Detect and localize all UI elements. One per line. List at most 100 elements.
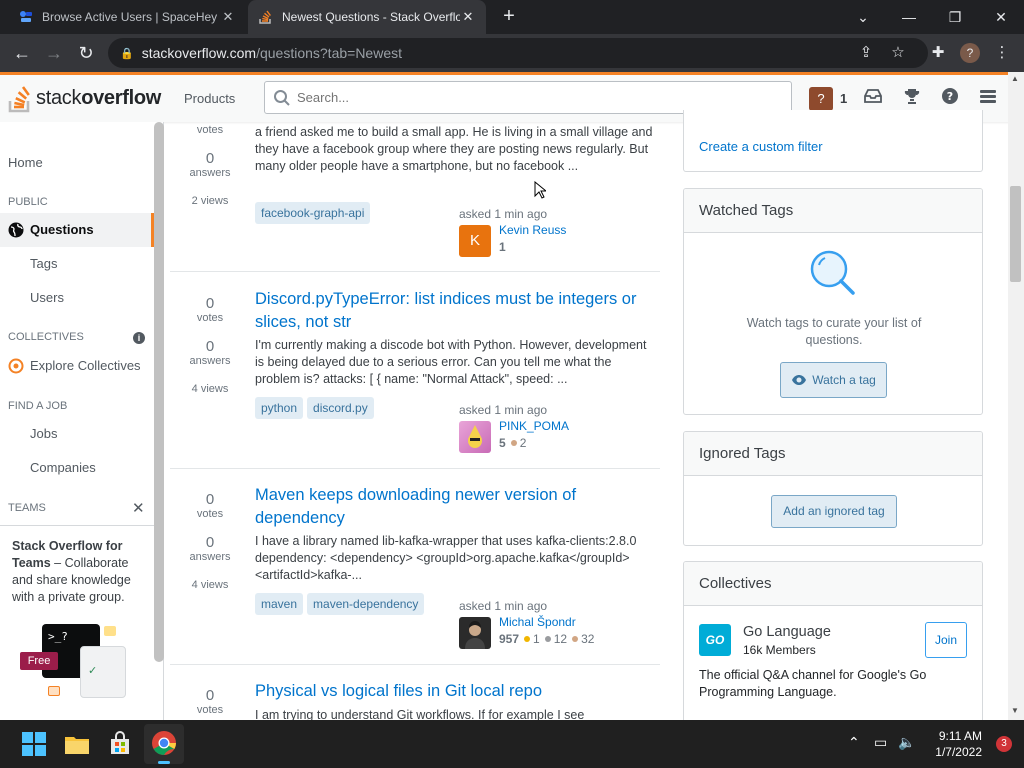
scroll-down-arrow-icon[interactable]: ▼: [1011, 706, 1019, 715]
svg-text:?: ?: [947, 90, 953, 103]
minimize-icon[interactable]: —: [886, 0, 932, 34]
user-avatar[interactable]: [459, 617, 491, 649]
tag[interactable]: discord.py: [307, 397, 374, 419]
tab-title: Newest Questions - Stack Overflow: [282, 10, 460, 24]
mouse-cursor-icon: [534, 181, 546, 199]
page-scrollbar-thumb[interactable]: [1010, 186, 1021, 282]
left-sidebar-scrollbar[interactable]: [154, 122, 164, 662]
tab-stackoverflow[interactable]: Newest Questions - Stack Overflow ✕: [248, 0, 486, 34]
logo-text-stack: stack: [36, 86, 82, 109]
tab-close-icon[interactable]: ✕: [460, 9, 476, 25]
help-icon[interactable]: ?: [939, 87, 961, 109]
inbox-icon[interactable]: [862, 87, 884, 109]
question-stats: 0 votes 0 answers 4 views: [170, 491, 250, 591]
page-scrollbar[interactable]: ▲ ▼: [1008, 72, 1024, 720]
nav-tags[interactable]: Tags: [0, 247, 152, 281]
close-window-icon[interactable]: ✕: [978, 0, 1024, 34]
user-name[interactable]: PINK_POMA: [499, 419, 569, 433]
new-tab-plus-icon[interactable]: +: [498, 6, 520, 28]
views-count: 2 views: [191, 195, 229, 207]
tab-close-icon[interactable]: ✕: [220, 9, 236, 25]
join-button[interactable]: Join: [925, 622, 967, 658]
system-clock[interactable]: 9:11 AM 1/7/2022: [935, 728, 982, 760]
votes-label: votes: [196, 312, 224, 324]
extensions-puzzle-icon[interactable]: ✚: [928, 43, 948, 63]
bronze-badge-icon: [510, 440, 517, 446]
user-name[interactable]: Michal Špondr: [499, 615, 576, 629]
notification-badge[interactable]: 3: [996, 736, 1012, 752]
tray-chevron-up-icon[interactable]: ⌃: [848, 734, 860, 751]
watched-tags-desc: Watch tags to curate your list of questi…: [746, 316, 922, 347]
bookmark-star-icon[interactable]: ☆: [888, 43, 908, 63]
nav-users[interactable]: Users: [0, 281, 152, 315]
answers-label: answers: [189, 355, 231, 367]
restore-icon[interactable]: ❐: [932, 0, 978, 34]
go-members-count: 16k Members: [743, 643, 816, 657]
tag[interactable]: maven-dependency: [307, 593, 425, 615]
answers-label: answers: [189, 551, 231, 563]
clock-date: 1/7/2022: [935, 745, 982, 759]
answers-count: 0: [205, 338, 215, 355]
windows-start-icon[interactable]: [20, 730, 48, 758]
nav-section-collectives: COLLECTIVES: [8, 331, 84, 343]
question-title[interactable]: Discord.pyTypeError: list indices must b…: [255, 288, 655, 334]
chrome-taskbar-slot[interactable]: [144, 724, 184, 764]
volume-icon[interactable]: 🔈: [898, 734, 915, 751]
network-icon[interactable]: ▭: [874, 734, 887, 751]
nav-explore-collectives[interactable]: Explore Collectives: [0, 349, 152, 383]
site-switcher-icon[interactable]: [977, 87, 999, 109]
nav-companies[interactable]: Companies: [0, 451, 152, 485]
url-bar[interactable]: 🔒 stackoverflow.com /questions?tab=Newes…: [108, 38, 928, 68]
info-icon[interactable]: i: [133, 332, 145, 344]
forward-arrow-icon[interactable]: →: [42, 41, 66, 65]
share-icon[interactable]: ⇪: [856, 43, 876, 63]
add-ignored-tag-button[interactable]: Add an ignored tag: [771, 495, 897, 528]
tag[interactable]: maven: [255, 593, 304, 615]
go-language-name[interactable]: Go Language: [743, 624, 831, 640]
silver-badge-count: 12: [553, 632, 568, 646]
active-app-indicator: [158, 761, 170, 764]
tab-search-chevron-icon[interactable]: ⌄: [840, 0, 886, 34]
question-stats: 0 votes 0 answers 4 views: [170, 295, 250, 395]
microsoft-store-icon[interactable]: [106, 730, 134, 758]
tag[interactable]: facebook-graph-api: [255, 202, 371, 224]
question-title[interactable]: Physical vs logical files in Git local r…: [255, 680, 655, 703]
question-title[interactable]: Maven keeps downloading newer version of…: [255, 484, 655, 530]
user-avatar[interactable]: [459, 421, 491, 453]
close-teams-icon[interactable]: ✕: [132, 499, 145, 517]
watch-a-tag-button[interactable]: Watch a tag: [780, 362, 887, 398]
views-count: 4 views: [191, 383, 229, 395]
nav-questions-label: Questions: [30, 222, 94, 237]
views-count: 4 views: [191, 579, 229, 591]
user-reputation: 5: [499, 436, 506, 450]
user-name[interactable]: Kevin Reuss: [499, 223, 566, 237]
nav-section-teams: TEAMS: [8, 502, 46, 514]
nav-home[interactable]: Home: [0, 146, 152, 180]
back-arrow-icon[interactable]: ←: [10, 41, 34, 65]
reload-icon[interactable]: ↻: [74, 41, 98, 65]
nav-questions[interactable]: Questions: [0, 213, 154, 247]
tag[interactable]: python: [255, 397, 304, 419]
kebab-menu-icon[interactable]: ⋮: [992, 43, 1012, 63]
question-excerpt: I am trying to understand Git workflows.…: [255, 708, 585, 720]
magnifier-icon: [810, 250, 855, 295]
nav-jobs[interactable]: Jobs: [0, 417, 152, 451]
question-stats: 0 votes: [170, 687, 250, 716]
products-menu[interactable]: Products: [176, 89, 243, 108]
tab-spacehey[interactable]: Browse Active Users | SpaceHey ✕: [8, 0, 246, 34]
question-summary: 0 votes 0 answers 4 views Discord.pyType…: [170, 273, 660, 469]
profile-avatar[interactable]: ?: [960, 43, 980, 63]
stackoverflow-logo[interactable]: stackoverflow: [8, 83, 161, 113]
asked-time: asked 1 min ago: [459, 403, 548, 417]
search-input[interactable]: [297, 90, 777, 105]
teams-promo-text: Stack Overflow for Teams – Collaborate a…: [12, 538, 146, 606]
answers-count: 0: [205, 534, 215, 551]
chat-bubble-icon: [104, 626, 116, 636]
question-stats: votes 0 answers 2 views: [170, 124, 250, 207]
file-explorer-icon[interactable]: [63, 730, 91, 758]
user-avatar[interactable]: ?: [809, 87, 833, 111]
user-avatar[interactable]: K: [459, 225, 491, 257]
scroll-up-arrow-icon[interactable]: ▲: [1011, 74, 1019, 83]
achievements-trophy-icon[interactable]: [901, 87, 923, 109]
create-custom-filter-link[interactable]: Create a custom filter: [699, 139, 823, 154]
